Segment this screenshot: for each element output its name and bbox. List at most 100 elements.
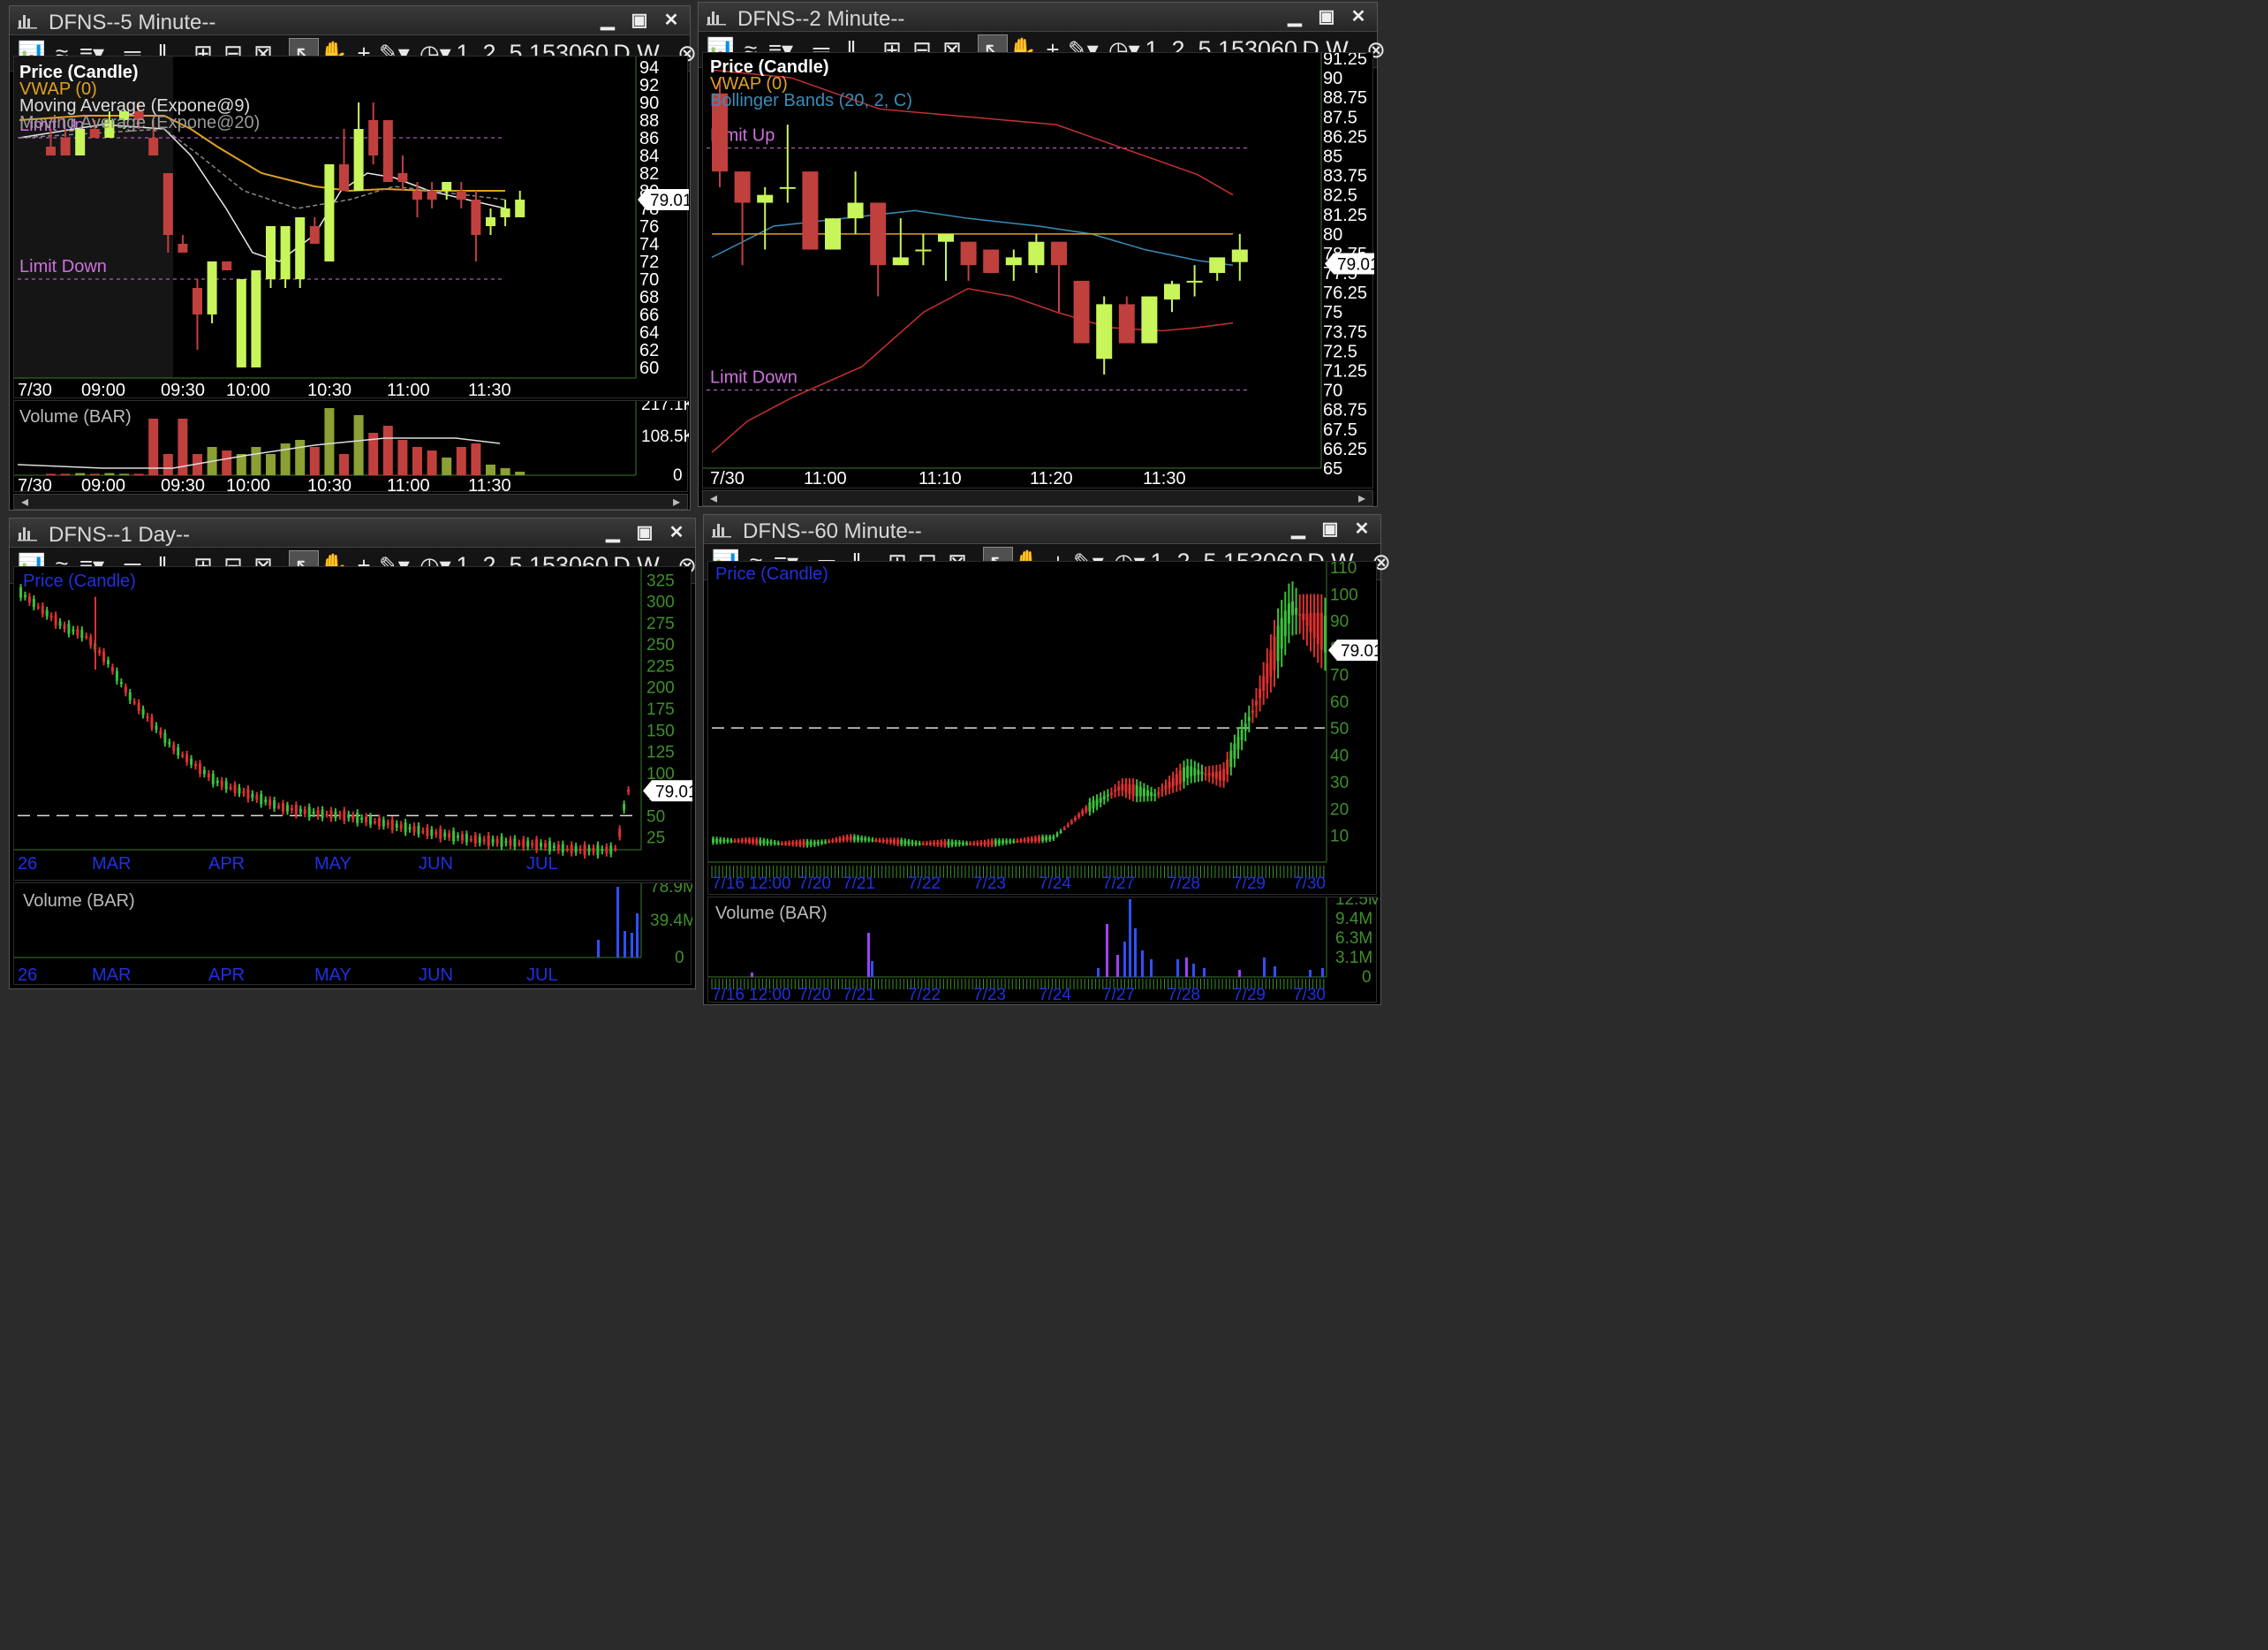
price-chart: 110100908070605040302010Price (Candle)79… bbox=[708, 559, 1383, 893]
candle-body bbox=[495, 839, 499, 844]
horizontal-scrollbar[interactable]: ◂ ▸ bbox=[702, 490, 1373, 506]
candle-body bbox=[1305, 613, 1309, 627]
y-tick-label: 91.25 bbox=[1323, 53, 1367, 69]
candle-body bbox=[518, 843, 521, 845]
candle-body bbox=[172, 745, 176, 752]
candle-body bbox=[369, 816, 372, 825]
scroll-right-arrow[interactable]: ▸ bbox=[1351, 491, 1372, 506]
candle-body bbox=[809, 841, 813, 845]
price-pane[interactable]: 110100908070605040302010Price (Candle)79… bbox=[707, 559, 1383, 895]
horizontal-scrollbar[interactable]: ◂ ▸ bbox=[13, 494, 688, 510]
close-button[interactable]: ✕ bbox=[1349, 518, 1375, 540]
candle-body bbox=[128, 692, 132, 701]
minimize-button[interactable]: ▁ bbox=[600, 522, 626, 543]
candle-body bbox=[1183, 768, 1185, 782]
candle-body bbox=[623, 804, 626, 811]
candle-body bbox=[277, 806, 281, 808]
y-tick-label: 68 bbox=[639, 288, 659, 307]
window-60-minute[interactable]: DFNS--60 Minute-- ▁ ▣ ✕ 📊≈≡▾═‖⊞⊟⊠↖✋+✎▾◷▾… bbox=[703, 514, 1391, 1005]
candle-body bbox=[260, 793, 263, 805]
candle-body bbox=[207, 261, 217, 314]
titlebar[interactable]: DFNS--60 Minute-- ▁ ▣ ✕ bbox=[704, 515, 1380, 544]
x-tick-label: 7/23 bbox=[973, 874, 1006, 893]
window-1-day[interactable]: DFNS--1 Day-- ▁ ▣ ✕ 📊≈≡▾═‖⊞⊟⊠↖✋+✎▾◷▾1251… bbox=[9, 518, 698, 989]
y-tick-label: 150 bbox=[646, 722, 675, 740]
volume-bar bbox=[442, 458, 452, 475]
candle-body bbox=[266, 226, 276, 279]
minimize-button[interactable]: ▁ bbox=[594, 10, 621, 31]
candle-body bbox=[1266, 662, 1269, 684]
volume-bar bbox=[1309, 970, 1312, 977]
window-5-minute[interactable]: DFNS--5 Minute-- ▁ ▣ ✕ 📊 ≈ ≡▾ ═ ‖ ⊞ ⊟ ⊠ ↖ ✋ + ✎▾ ◷▾ 1… bbox=[9, 5, 697, 511]
candle-body bbox=[587, 847, 591, 852]
volume-bar bbox=[412, 447, 422, 475]
y-tick-label: 92 bbox=[639, 76, 659, 95]
candle-body bbox=[1009, 840, 1012, 843]
titlebar[interactable]: DFNS--5 Minute-- ▁ ▣ ✕ bbox=[10, 6, 690, 35]
y-tick-label: 81.25 bbox=[1323, 206, 1367, 225]
candle-body bbox=[1150, 792, 1153, 797]
legend-item: Price (Candle) bbox=[715, 564, 828, 584]
close-button[interactable]: ✕ bbox=[658, 10, 684, 31]
candle-body bbox=[448, 833, 451, 838]
candle-body bbox=[752, 839, 755, 844]
price-pane[interactable]: 325300275250225200175150125100755025Pric… bbox=[13, 566, 698, 881]
titlebar[interactable]: DFNS--1 Day-- ▁ ▣ ✕ bbox=[10, 518, 695, 548]
candle-body bbox=[1059, 830, 1062, 833]
candle-body bbox=[831, 840, 835, 843]
price-tag: 79.01 bbox=[1337, 255, 1374, 274]
volume-bar bbox=[266, 454, 276, 475]
candle-body bbox=[864, 837, 867, 841]
candle-body bbox=[408, 827, 412, 829]
y-tick-label: 86.25 bbox=[1323, 127, 1367, 147]
volume-bar bbox=[119, 473, 129, 475]
volume-pane[interactable]: Volume (BAR) 12.5M 9.4M 6.3M 3.1M 0 7/16 12:00 7… bbox=[707, 890, 1382, 1004]
candle-body bbox=[163, 732, 167, 744]
minimize-button[interactable]: ▁ bbox=[1285, 518, 1312, 540]
y-tick-label: 88 bbox=[639, 111, 659, 131]
maximize-button[interactable]: ▣ bbox=[626, 10, 653, 31]
close-button[interactable]: ✕ bbox=[1345, 6, 1372, 27]
y-tick-label: 75 bbox=[1323, 303, 1342, 322]
candle-body bbox=[1128, 783, 1131, 794]
x-tick-label: 11:30 bbox=[1143, 469, 1186, 488]
candle-body bbox=[45, 609, 49, 617]
volume-bar bbox=[1141, 950, 1144, 977]
candle-body bbox=[888, 839, 892, 843]
scroll-left-arrow[interactable]: ◂ bbox=[14, 495, 35, 510]
candle-body bbox=[443, 832, 447, 837]
candle-body bbox=[1038, 836, 1040, 842]
scroll-left-arrow[interactable]: ◂ bbox=[703, 491, 724, 506]
volume-tick-label: 9.4M bbox=[1335, 910, 1372, 928]
candle-body bbox=[1186, 280, 1203, 283]
titlebar[interactable]: DFNS--2 Minute-- ▁ ▣ ✕ bbox=[699, 3, 1377, 32]
candle-body bbox=[404, 821, 407, 833]
x-tick-label: 11:20 bbox=[1030, 469, 1073, 488]
candle-body bbox=[397, 173, 408, 182]
price-pane[interactable]: 91.25 90 88.75 87.5 86.25 85 83.75 82.5 81.25 80 7… bbox=[702, 49, 1380, 488]
candle-body bbox=[903, 840, 907, 844]
scroll-right-arrow[interactable]: ▸ bbox=[666, 495, 687, 510]
candle-body bbox=[1280, 617, 1283, 649]
legend-item: Price (Candle) bbox=[23, 571, 136, 591]
candle-body bbox=[229, 787, 232, 790]
candle-body bbox=[251, 270, 261, 367]
candle-body bbox=[1211, 772, 1214, 777]
volume-tick-label: 0 bbox=[673, 466, 683, 485]
candle-body bbox=[987, 841, 990, 845]
volume-pane[interactable]: Volume (BAR) 78.9M 39.4M 0 26 MAR APR MAY JUN JUL bbox=[13, 878, 697, 985]
candle-body bbox=[1005, 257, 1022, 266]
maximize-button[interactable]: ▣ bbox=[1313, 6, 1340, 27]
candle-body bbox=[124, 686, 127, 693]
close-button[interactable]: ✕ bbox=[663, 522, 690, 543]
candle-body bbox=[89, 637, 93, 646]
x-tick-label: APR bbox=[208, 965, 245, 985]
maximize-button[interactable]: ▣ bbox=[1317, 518, 1343, 540]
maximize-button[interactable]: ▣ bbox=[631, 522, 658, 543]
candle-body bbox=[207, 773, 210, 778]
volume-pane[interactable]: Volume (BAR) 217.1K 108.5K 0 7/30 09:00 09:30 1… bbox=[13, 396, 695, 496]
candle-body bbox=[1233, 743, 1236, 759]
minimize-button[interactable]: ▁ bbox=[1281, 6, 1308, 27]
window-2-minute[interactable]: DFNS--2 Minute-- ▁ ▣ ✕ 📊 ≈ ≡▾ ═ ‖ ⊞ ⊟ ⊠ ↖ ✋ + ✎▾ ◷▾ 1… bbox=[698, 2, 1386, 507]
price-pane[interactable]: 949290888684828078767472706866646260Limi… bbox=[13, 56, 692, 400]
